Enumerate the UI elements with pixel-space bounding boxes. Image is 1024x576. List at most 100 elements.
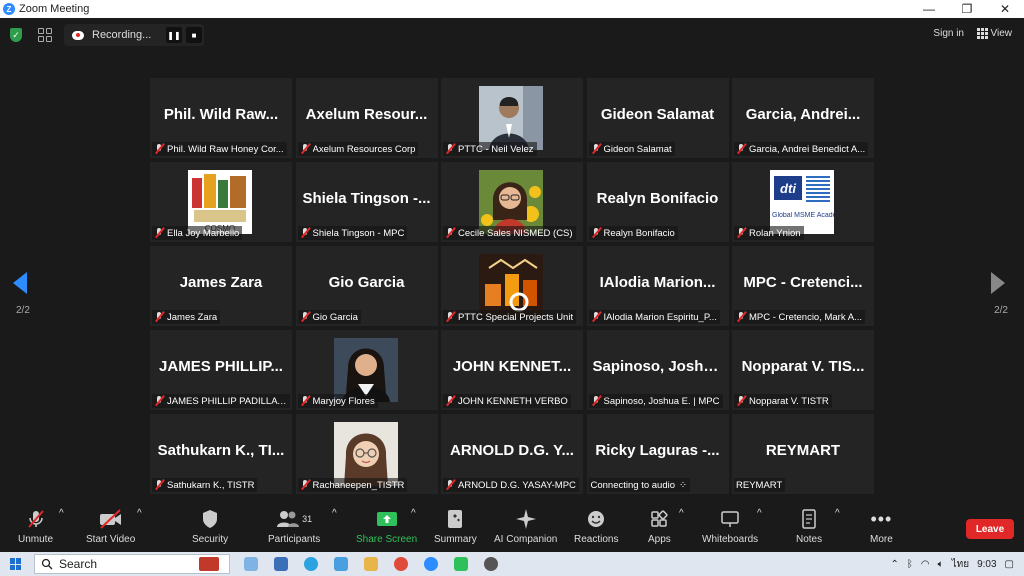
summary-button[interactable]: Summary — [434, 508, 477, 545]
mic-muted-icon — [445, 479, 455, 491]
participant-tile[interactable]: Garcia, Andrei... Garcia, Andrei Benedict… — [732, 78, 874, 158]
pause-recording-button[interactable]: ❚❚ — [166, 27, 182, 43]
notification-icon[interactable]: ▢ — [1005, 559, 1014, 570]
taskview-icon[interactable] — [244, 557, 258, 571]
window-title: Zoom Meeting — [19, 3, 90, 15]
participant-tile[interactable]: Ricky Laguras -... Connecting to audio ⁘ — [586, 414, 729, 494]
participant-label-text: Realyn Bonifacio — [603, 227, 675, 239]
notes-icon — [801, 508, 817, 530]
participant-tile[interactable]: IAlodia Marion... IAlodia Marion Espiritu… — [586, 246, 729, 326]
chrome-icon[interactable] — [394, 557, 408, 571]
apps-caret-icon[interactable]: ^ — [679, 508, 684, 519]
participant-display-name: Ricky Laguras -... — [595, 442, 720, 459]
participant-tile[interactable]: dti Global MSME Acade Rolan Ynion — [732, 162, 874, 242]
stop-recording-button[interactable]: ■ — [186, 27, 202, 43]
participant-tile[interactable]: Cecile Sales NISMED (CS) — [441, 162, 583, 242]
audio-options-caret-icon[interactable]: ^ — [59, 508, 64, 519]
mic-muted-icon — [300, 311, 310, 323]
participant-tile[interactable]: Realyn Bonifacio Realyn Bonifacio — [586, 162, 729, 242]
notes-button[interactable]: Notes — [796, 508, 822, 545]
bluetooth-icon[interactable]: ᛒ — [907, 559, 913, 570]
settings-gear-icon[interactable] — [484, 557, 498, 571]
unmute-button[interactable]: Unmute — [18, 508, 53, 545]
participant-tile[interactable]: PTTC Special Projects Unit — [441, 246, 583, 326]
clock[interactable]: 9:03 — [977, 559, 996, 570]
participant-tile[interactable]: Sapinoso, Joshu... Sapinoso, Joshua E. | … — [586, 330, 729, 410]
participant-tile[interactable]: Sathukarn K., TI... Sathukarn K., TISTR — [150, 414, 292, 494]
ai-companion-button[interactable]: AI Companion — [494, 508, 557, 545]
participants-button[interactable]: 31 Participants — [268, 508, 320, 545]
connecting-spinner-icon: ⁘ — [679, 479, 687, 491]
participant-tile[interactable]: MPC - Cretenci... MPC - Cretencio, Mark A… — [732, 246, 874, 326]
file-explorer-icon[interactable] — [364, 557, 378, 571]
participant-name-label: REYMART — [734, 478, 786, 492]
participant-name-label: ARNOLD D.G. YASAY-MPC — [443, 478, 579, 492]
meeting-info-icon[interactable] — [38, 28, 52, 42]
participant-tile[interactable]: COSMOElla Joy Marbello — [150, 162, 292, 242]
participant-tile[interactable]: Shiela Tingson -... Shiela Tingson - MPC — [295, 162, 438, 242]
participant-label-text: JOHN KENNETH VERBO — [458, 395, 568, 407]
participant-video-image — [479, 86, 543, 150]
participant-tile[interactable]: REYMART REYMART — [732, 414, 874, 494]
share-screen-button[interactable]: Share Screen — [356, 508, 417, 545]
reactions-button[interactable]: Reactions — [574, 508, 618, 545]
tray-chevron-icon[interactable]: ⌃ — [890, 559, 898, 570]
taskbar-search-box[interactable]: Search — [34, 554, 230, 574]
participant-tile[interactable]: James Zara James Zara — [150, 246, 292, 326]
mic-muted-icon — [591, 227, 601, 239]
mic-muted-icon — [300, 227, 310, 239]
participant-tile[interactable]: JOHN KENNET... JOHN KENNETH VERBO — [441, 330, 583, 410]
participant-tile[interactable]: ARNOLD D.G. Y... ARNOLD D.G. YASAY-MPC — [441, 414, 583, 494]
participant-video-image — [479, 254, 543, 318]
participant-tile[interactable]: Maryjoy Flores — [295, 330, 438, 410]
language-indicator[interactable]: ไทย — [952, 557, 969, 572]
participant-tile[interactable]: Gideon Salamat Gideon Salamat — [586, 78, 729, 158]
edge-icon[interactable] — [304, 557, 318, 571]
share-options-caret-icon[interactable]: ^ — [411, 508, 416, 519]
apps-button[interactable]: Apps — [648, 508, 671, 545]
volume-icon[interactable]: 🔈︎ — [938, 559, 944, 570]
security-button[interactable]: Security — [192, 508, 228, 545]
search-placeholder: Search — [59, 557, 98, 571]
mic-muted-icon — [736, 227, 746, 239]
participant-tile[interactable]: PTTC - Neil Velez — [441, 78, 583, 158]
participant-label-text: Shiela Tingson - MPC — [312, 227, 405, 239]
participant-tile[interactable]: Rachaneepen_TISTR — [295, 414, 438, 494]
start-video-button[interactable]: Start Video — [86, 508, 135, 545]
sign-in-link[interactable]: Sign in — [933, 28, 964, 39]
participant-tile[interactable]: Gio Garcia Gio Garcia — [295, 246, 438, 326]
encryption-shield-icon[interactable]: ✓ — [10, 28, 22, 42]
previous-page-button[interactable] — [13, 272, 33, 302]
recording-label: Recording... — [92, 29, 152, 41]
video-options-caret-icon[interactable]: ^ — [137, 508, 142, 519]
participant-tile[interactable]: Axelum Resour... Axelum Resources Corp — [295, 78, 438, 158]
whiteboards-button[interactable]: Whiteboards — [702, 508, 758, 545]
mail-icon[interactable] — [334, 557, 348, 571]
minimize-button[interactable]: — — [910, 0, 948, 18]
more-button[interactable]: ••• More — [870, 508, 893, 546]
reactions-label: Reactions — [574, 534, 619, 545]
windows-start-icon[interactable] — [10, 558, 22, 570]
notes-caret-icon[interactable]: ^ — [835, 508, 840, 519]
next-page-button[interactable] — [991, 272, 1011, 302]
restore-button[interactable]: ❐ — [948, 0, 986, 18]
recording-indicator: Recording... ❚❚ ■ — [64, 24, 204, 46]
whiteboards-caret-icon[interactable]: ^ — [757, 508, 762, 519]
participant-tile[interactable]: Phil. Wild Raw... Phil. Wild Raw Honey Co… — [150, 78, 292, 158]
participant-name-label: PTTC Special Projects Unit — [443, 310, 577, 324]
participant-label-text: Rachaneepen_TISTR — [312, 479, 405, 491]
store-icon[interactable] — [274, 557, 288, 571]
view-button[interactable]: View — [976, 28, 1012, 39]
notes-label: Notes — [796, 534, 823, 545]
wifi-icon[interactable]: ◠ — [921, 559, 930, 570]
participant-tile[interactable]: Nopparat V. TIS... Nopparat V. TISTR — [732, 330, 874, 410]
leave-button[interactable]: Leave — [966, 519, 1014, 539]
participant-name-label: Garcia, Andrei Benedict A... — [734, 142, 869, 156]
zoom-taskbar-icon[interactable] — [424, 557, 438, 571]
participant-label-text: MPC - Cretencio, Mark A... — [749, 311, 862, 323]
participant-tile[interactable]: JAMES PHILLIP... JAMES PHILLIP PADILLA ..… — [150, 330, 292, 410]
line-app-icon[interactable] — [454, 557, 468, 571]
participants-caret-icon[interactable]: ^ — [332, 508, 337, 519]
close-button[interactable]: ✕ — [986, 0, 1024, 18]
participant-display-name: Sapinoso, Joshu... — [592, 358, 726, 375]
